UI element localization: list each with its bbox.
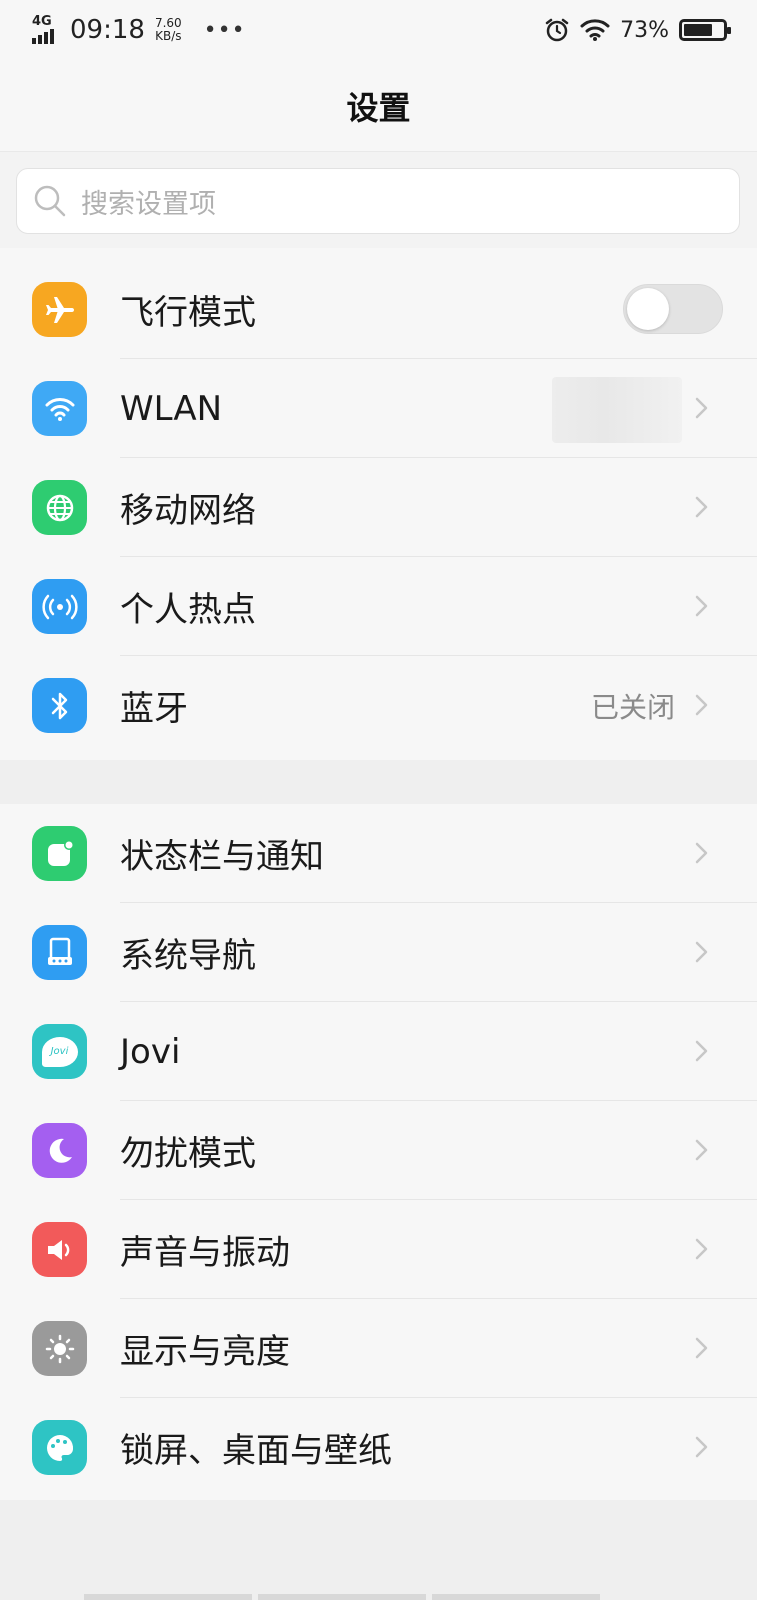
- setting-personal-hotspot[interactable]: 个人热点: [0, 557, 757, 656]
- hotspot-icon: [32, 579, 87, 634]
- battery-icon: [679, 19, 731, 41]
- bluetooth-status: 已关闭: [590, 690, 675, 724]
- setting-label: 个人热点: [120, 590, 256, 630]
- search-icon: [34, 185, 66, 217]
- setting-label: 状态栏与通知: [120, 837, 324, 877]
- globe-icon: [32, 480, 87, 535]
- chevron-right-icon: [695, 941, 708, 963]
- setting-jovi[interactable]: Jovi Jovi: [0, 1002, 757, 1101]
- setting-label: Jovi: [120, 1031, 181, 1072]
- chevron-right-icon: [695, 1139, 708, 1161]
- section-gap: [0, 760, 757, 804]
- setting-mobile-network[interactable]: 移动网络: [0, 458, 757, 557]
- setting-sound-vibration[interactable]: 声音与振动: [0, 1200, 757, 1299]
- navigation-icon: [32, 925, 87, 980]
- battery-percent: 73%: [620, 17, 669, 43]
- jovi-icon-text: Jovi: [50, 1046, 69, 1057]
- airplane-icon: [32, 282, 87, 337]
- setting-bluetooth[interactable]: 蓝牙 已关闭: [0, 656, 757, 755]
- setting-label: 勿扰模式: [120, 1134, 256, 1174]
- alarm-icon: [544, 17, 570, 43]
- chevron-right-icon: [695, 1436, 708, 1458]
- search-section: 搜索设置项: [0, 152, 757, 248]
- jovi-icon: Jovi: [32, 1024, 87, 1079]
- setting-label: 系统导航: [120, 936, 256, 976]
- network-speed: 7.60 KB/s: [155, 17, 182, 43]
- setting-lockscreen-wallpaper[interactable]: 锁屏、桌面与壁纸: [0, 1398, 757, 1497]
- page-title: 设置: [346, 88, 411, 127]
- setting-statusbar-notifications[interactable]: 状态栏与通知: [0, 804, 757, 903]
- cellular-signal-icon: 4G: [32, 14, 62, 44]
- more-notifications-icon: •••: [203, 17, 246, 43]
- bottom-edge-strip: [84, 1594, 600, 1600]
- chevron-right-icon: [695, 842, 708, 864]
- wifi-icon: [32, 381, 87, 436]
- network-type: 4G: [32, 14, 52, 29]
- setting-system-navigation[interactable]: 系统导航: [0, 903, 757, 1002]
- status-bar-left: 4G 09:18 7.60 KB/s •••: [32, 14, 246, 45]
- setting-label: 声音与振动: [120, 1233, 290, 1273]
- search-input[interactable]: 搜索设置项: [16, 168, 740, 234]
- clock: 09:18: [70, 15, 145, 45]
- palette-icon: [32, 1420, 87, 1475]
- header: 设置: [0, 60, 757, 152]
- status-bar-right: 73%: [544, 17, 731, 43]
- settings-group-personalization: 状态栏与通知 系统导航 Jovi Jovi 勿扰模式 声音与振动 显示与亮度 锁…: [0, 804, 757, 1497]
- toggle-knob: [627, 288, 669, 330]
- airplane-mode-toggle[interactable]: [623, 284, 723, 334]
- status-bar: 4G 09:18 7.60 KB/s ••• 73%: [0, 0, 757, 60]
- setting-label: 移动网络: [120, 491, 256, 531]
- wifi-status-icon: [580, 18, 610, 42]
- setting-wlan[interactable]: WLAN: [0, 359, 757, 458]
- bluetooth-icon: [32, 678, 87, 733]
- chevron-right-icon: [695, 1040, 708, 1062]
- chevron-right-icon: [695, 496, 708, 518]
- chevron-right-icon: [695, 397, 708, 419]
- setting-label: 飞行模式: [120, 293, 256, 333]
- setting-airplane-mode[interactable]: 飞行模式: [0, 260, 757, 359]
- notification-icon: [32, 826, 87, 881]
- setting-label: 蓝牙: [120, 689, 188, 729]
- wlan-network-name-blurred: [552, 377, 682, 443]
- chevron-right-icon: [695, 1337, 708, 1359]
- setting-label: WLAN: [120, 388, 223, 429]
- setting-display-brightness[interactable]: 显示与亮度: [0, 1299, 757, 1398]
- chevron-right-icon: [695, 595, 708, 617]
- chevron-right-icon: [695, 1238, 708, 1260]
- network-speed-unit: KB/s: [155, 29, 182, 43]
- setting-do-not-disturb[interactable]: 勿扰模式: [0, 1101, 757, 1200]
- search-placeholder: 搜索设置项: [81, 188, 216, 220]
- settings-group-connectivity: 飞行模式 WLAN 移动网络 个人热点 蓝牙 已关闭: [0, 260, 757, 755]
- moon-icon: [32, 1123, 87, 1178]
- setting-label: 显示与亮度: [120, 1332, 290, 1372]
- battery-fill: [684, 24, 712, 36]
- speaker-icon: [32, 1222, 87, 1277]
- chevron-right-icon: [695, 694, 708, 716]
- bottom-area: [0, 1500, 757, 1600]
- brightness-icon: [32, 1321, 87, 1376]
- setting-label: 锁屏、桌面与壁纸: [120, 1431, 392, 1471]
